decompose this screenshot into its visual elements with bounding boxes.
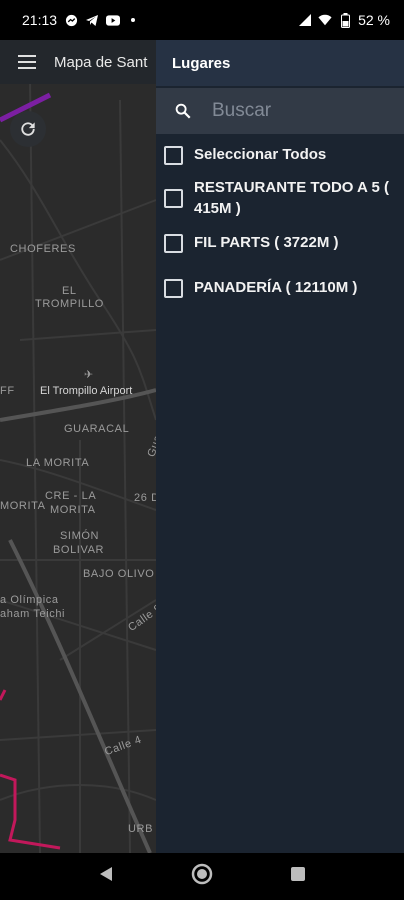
map-label: El Trompillo Airport: [40, 385, 133, 397]
wifi-icon: [318, 13, 332, 27]
list-item[interactable]: PANADERÍA ( 12110M ): [156, 277, 404, 298]
battery-icon: [338, 12, 352, 28]
checkbox[interactable]: [164, 146, 183, 165]
checkbox[interactable]: [164, 279, 183, 298]
map-label: a Olímpica: [0, 594, 59, 606]
list-item-label: PANADERÍA ( 12110M ): [194, 279, 358, 296]
recents-icon: [291, 867, 305, 881]
map-label: LA MORITA: [26, 457, 90, 469]
search-bar: [156, 88, 404, 134]
drawer-title: Lugares: [172, 54, 231, 72]
list-item[interactable]: RESTAURANTE TODO A 5 ( 415M ): [156, 177, 404, 219]
menu-button[interactable]: [0, 40, 54, 84]
map-label: MORITA: [50, 504, 96, 516]
battery-level: 52 %: [358, 12, 390, 28]
clock: 21:13: [22, 12, 58, 28]
map-label: GUARACAL: [64, 423, 130, 435]
signal-icon: [298, 13, 312, 27]
app-title: Mapa de Sant: [54, 53, 148, 71]
list-item-select-all[interactable]: Seleccionar Todos: [156, 144, 404, 165]
list-item[interactable]: FIL PARTS ( 3722M ): [156, 232, 404, 253]
map-label: SIMÓN: [60, 530, 100, 542]
telegram-icon: [85, 13, 99, 27]
map-label: BOLIVAR: [53, 544, 105, 556]
list-item-label: RESTAURANTE TODO A 5 ( 415M ): [194, 179, 390, 217]
map-label: TROMPILLO: [35, 298, 104, 310]
hamburger-icon: [18, 55, 36, 69]
list-item-label: Seleccionar Todos: [194, 146, 327, 163]
map-label: aham Teichi: [0, 608, 66, 620]
refresh-icon: [21, 122, 35, 136]
home-button[interactable]: [191, 863, 213, 890]
messenger-icon: [64, 13, 78, 27]
airport-icon: ✈: [84, 369, 94, 381]
checkbox[interactable]: [164, 189, 183, 208]
checkbox[interactable]: [164, 234, 183, 253]
back-icon: [100, 867, 112, 881]
refresh-button[interactable]: [10, 111, 46, 147]
map-label: EL: [62, 285, 77, 297]
map-label: URB: [128, 823, 154, 835]
list-item-label: FIL PARTS ( 3722M ): [194, 234, 339, 251]
map-label: BAJO OLIVO: [83, 568, 155, 580]
map-label: MORITA: [0, 500, 46, 512]
places-drawer: Lugares Seleccionar Todos RESTAURANTE TO…: [156, 40, 404, 853]
system-nav-bar: [0, 853, 404, 900]
home-icon: [191, 863, 213, 885]
map-label: CRE - LA: [45, 490, 97, 502]
recents-button[interactable]: [291, 867, 305, 886]
drawer-header: Lugares: [156, 40, 404, 86]
map-label: CHOFERES: [10, 243, 76, 255]
back-button[interactable]: [99, 866, 113, 887]
map-label: FF: [0, 385, 15, 397]
search-icon: [156, 102, 210, 120]
notification-dot-icon: [131, 18, 136, 22]
search-input[interactable]: [210, 99, 384, 123]
youtube-icon: [106, 13, 121, 27]
status-bar: 21:13 52 %: [0, 0, 404, 40]
